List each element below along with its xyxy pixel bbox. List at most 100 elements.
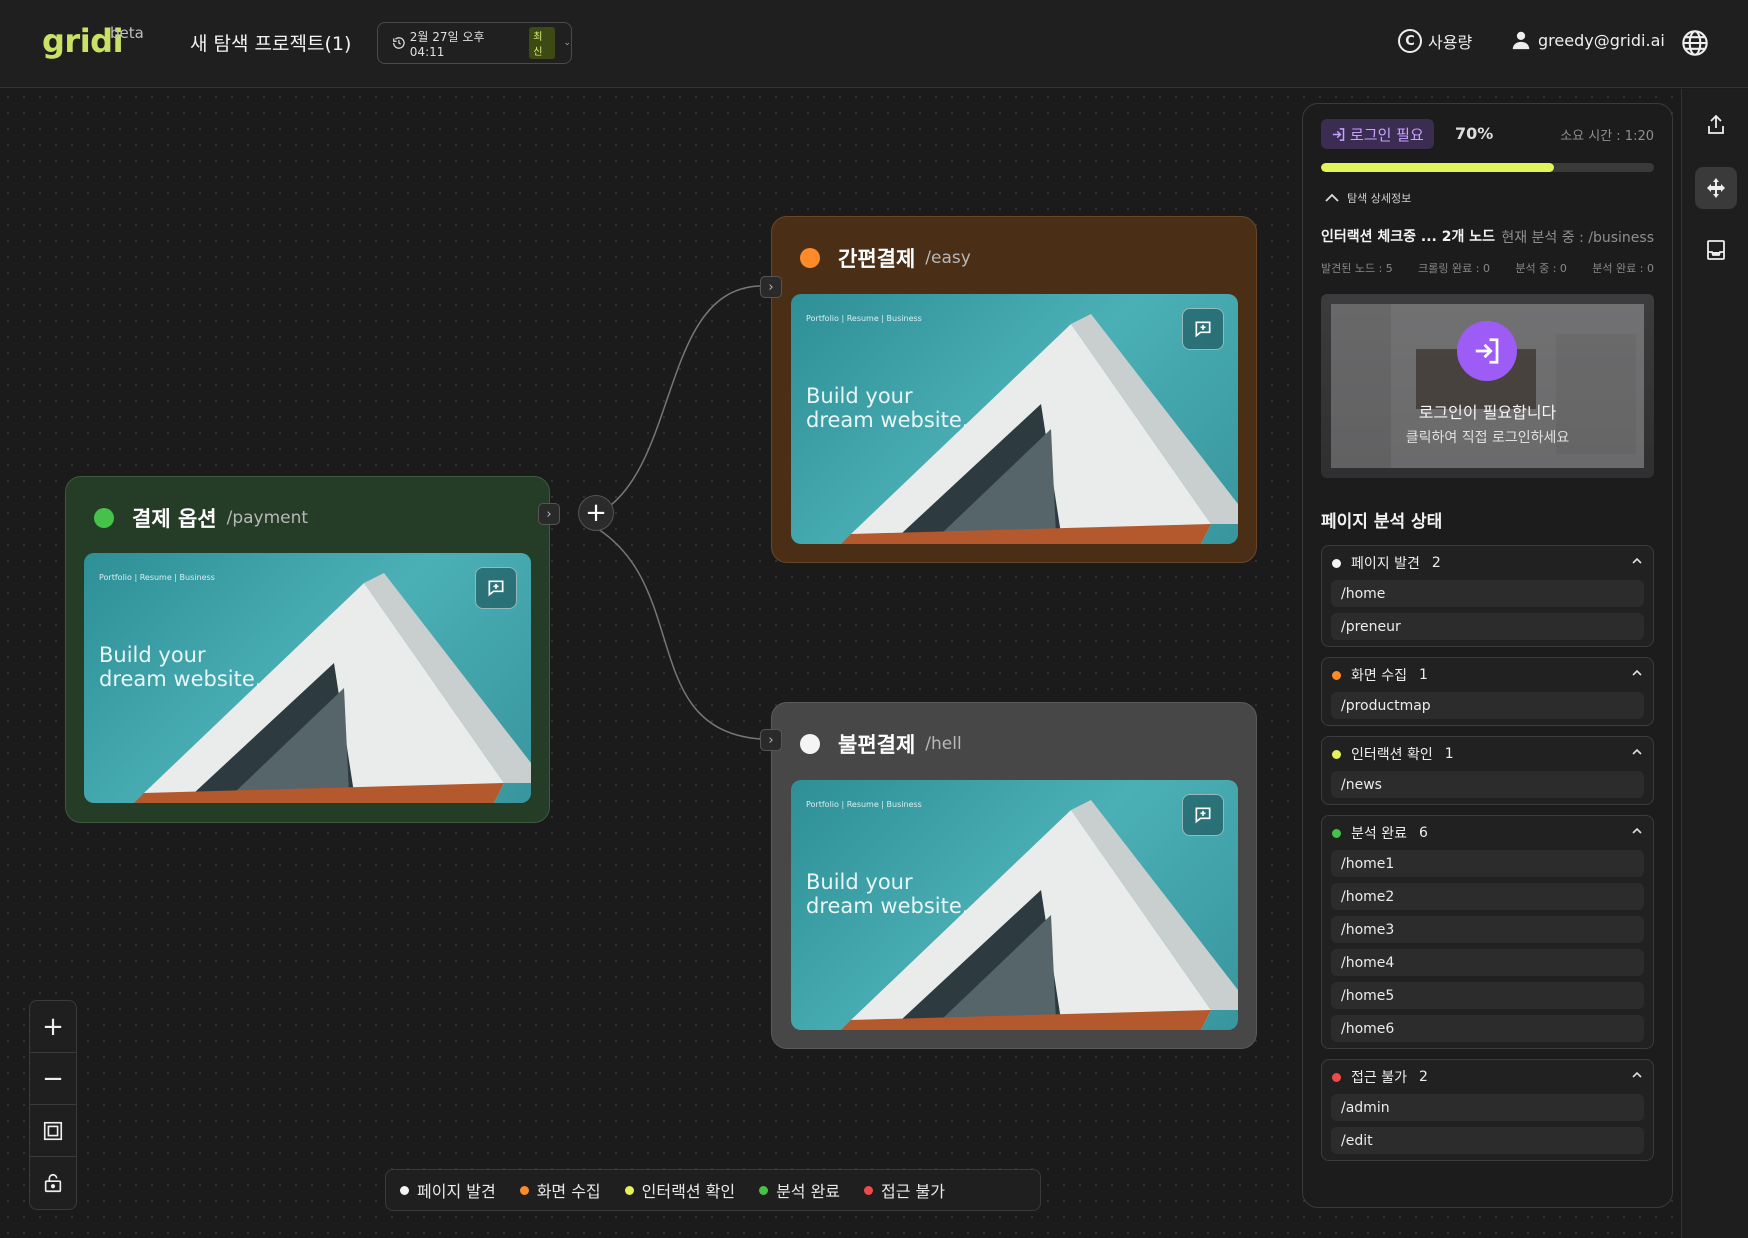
node-easy[interactable]: 간편결제 /easy Portfolio | Resume | Business… <box>771 216 1257 563</box>
thumbnail-headline: Build your dream website. <box>806 384 969 432</box>
legend-item: 분석 완료 <box>759 1178 840 1202</box>
node-thumbnail[interactable]: Portfolio | Resume | Business Build your… <box>791 294 1238 544</box>
add-node-button[interactable]: + <box>578 495 614 531</box>
page-path-item[interactable]: /edit <box>1331 1127 1644 1154</box>
project-title[interactable]: 새 탐색 프로젝트(1) <box>190 29 351 56</box>
zoom-controls: + − <box>29 1000 77 1210</box>
right-toolbar <box>1681 89 1748 1238</box>
comment-button[interactable] <box>475 567 517 609</box>
move-icon <box>1707 178 1725 198</box>
move-tool-button[interactable] <box>1695 167 1737 209</box>
legend-label: 분석 완료 <box>776 1182 841 1201</box>
legend-label: 접근 불가 <box>881 1182 945 1201</box>
node-name: 결제 옵션 <box>132 507 217 531</box>
zoom-out-button[interactable]: − <box>30 1053 76 1105</box>
chevron-up-icon <box>1325 193 1339 202</box>
status-group-header[interactable]: 인터랙션 확인 1 <box>1322 737 1653 771</box>
page-path-item[interactable]: /productmap <box>1331 692 1644 719</box>
version-datetime: 2월 27일 오후 04:11 <box>409 29 485 59</box>
edge-payment-easy <box>597 285 761 515</box>
legend-dot <box>759 1185 769 1195</box>
status-group-label: 화면 수집 <box>1351 668 1407 684</box>
login-button[interactable] <box>1457 321 1517 381</box>
legend-label: 인터랙션 확인 <box>641 1182 736 1201</box>
page-path-item[interactable]: /home4 <box>1331 949 1644 976</box>
legend-item: 화면 수집 <box>519 1178 601 1202</box>
status-group-header[interactable]: 페이지 발견 2 <box>1322 546 1653 580</box>
legend-label: 페이지 발견 <box>417 1182 496 1201</box>
thumbnail-nav-text: Portfolio | Resume | Business <box>99 573 215 582</box>
page-path-item[interactable]: /admin <box>1331 1094 1644 1121</box>
fit-view-button[interactable] <box>30 1105 76 1157</box>
login-required-title: 로그인이 필요합니다 <box>1418 403 1557 422</box>
stat-analyzed: 분석 완료 : 0 <box>1592 262 1654 275</box>
usage-button[interactable]: C 사용량 <box>1398 29 1472 53</box>
detail-toggle-label: 탐색 상세정보 <box>1347 192 1412 205</box>
login-preview[interactable]: 로그인이 필요합니다 클릭하여 직접 로그인하세요 <box>1321 294 1654 478</box>
thumbnail-headline: Build your dream website. <box>99 643 262 691</box>
page-path-item[interactable]: /home2 <box>1331 883 1644 910</box>
share-button[interactable] <box>1695 104 1737 146</box>
comment-button[interactable] <box>1182 794 1224 836</box>
language-button[interactable] <box>1681 29 1709 61</box>
status-group-header[interactable]: 분석 완료 6 <box>1322 816 1653 850</box>
detail-toggle[interactable]: 탐색 상세정보 <box>1325 190 1411 206</box>
status-dot <box>1332 558 1341 568</box>
chevron-up-icon <box>1632 827 1642 834</box>
legend-dot <box>864 1185 874 1195</box>
page-path-item[interactable]: /home <box>1331 580 1644 607</box>
node-thumbnail[interactable]: Portfolio | Resume | Business Build your… <box>84 553 531 803</box>
analysis-status-title: 페이지 분석 상태 <box>1321 512 1443 532</box>
history-icon <box>393 37 405 49</box>
node-hell[interactable]: 불편결제 /hell Portfolio | Resume | Business… <box>771 702 1257 1049</box>
node-input-handle[interactable]: › <box>760 276 782 298</box>
status-dot <box>1332 749 1341 759</box>
chevron-down-icon: ⌄ <box>563 38 571 48</box>
node-name: 불편결제 <box>838 733 916 757</box>
progress-bar <box>1321 163 1654 172</box>
node-path: /payment <box>226 508 309 528</box>
lock-icon <box>44 1173 62 1193</box>
chevron-up-icon <box>1632 557 1642 564</box>
legend-item: 접근 불가 <box>864 1178 945 1202</box>
page-path-item[interactable]: /home5 <box>1331 982 1644 1009</box>
stat-analyzing: 분석 중 : 0 <box>1515 262 1567 275</box>
credit-icon: C <box>1398 29 1422 53</box>
page-path-item[interactable]: /news <box>1331 771 1644 798</box>
user-menu[interactable]: greedy@gridi.ai <box>1510 29 1665 51</box>
login-tag-label: 로그인 필요 <box>1350 125 1424 144</box>
node-payment[interactable]: 결제 옵션 /payment Portfolio | Resume | Busi… <box>65 476 550 823</box>
status-group-header[interactable]: 접근 불가 2 <box>1322 1060 1653 1094</box>
login-required-subtitle: 클릭하여 직접 로그인하세요 <box>1405 430 1570 446</box>
comment-add-icon <box>1195 321 1211 338</box>
page-path-item[interactable]: /home3 <box>1331 916 1644 943</box>
latest-badge: 최신 <box>529 27 556 59</box>
lock-button[interactable] <box>30 1157 76 1209</box>
page-path-item[interactable]: /home1 <box>1331 850 1644 877</box>
login-required-tag[interactable]: 로그인 필요 <box>1321 119 1434 149</box>
status-group-count: 2 <box>1431 555 1441 571</box>
status-group: 인터랙션 확인 1/news <box>1321 736 1654 805</box>
edge-payment-hell <box>597 528 761 740</box>
legend-item: 인터랙션 확인 <box>624 1178 736 1202</box>
status-main-text: 인터랙션 체크중 ... 2개 노드 <box>1321 229 1495 245</box>
stat-discovered: 발견된 노드 : 5 <box>1321 262 1393 275</box>
thumbnail-headline: Build your dream website. <box>806 870 969 918</box>
elapsed-time: 소요 시간 : 1:20 <box>1560 129 1654 144</box>
status-group: 화면 수집 1/productmap <box>1321 657 1654 726</box>
stat-crawled: 크롤링 완료 : 0 <box>1418 262 1490 275</box>
stats-row: 발견된 노드 : 5 크롤링 완료 : 0 분석 중 : 0 분석 완료 : 0 <box>1321 260 1654 276</box>
status-group-header[interactable]: 화면 수집 1 <box>1322 658 1653 692</box>
status-group-count: 6 <box>1418 825 1428 841</box>
node-output-handle[interactable]: › <box>538 503 560 525</box>
zoom-in-button[interactable]: + <box>30 1001 76 1053</box>
node-input-handle[interactable]: › <box>760 729 782 751</box>
top-header: gridi beta 새 탐색 프로젝트(1) 2월 27일 오후 04:11 … <box>0 0 1748 88</box>
node-thumbnail[interactable]: Portfolio | Resume | Business Build your… <box>791 780 1238 1030</box>
page-path-item[interactable]: /preneur <box>1331 613 1644 640</box>
inbox-button[interactable] <box>1695 229 1737 271</box>
comment-button[interactable] <box>1182 308 1224 350</box>
version-selector[interactable]: 2월 27일 오후 04:11 최신 ⌄ <box>377 22 572 64</box>
node-status-dot <box>94 508 114 528</box>
page-path-item[interactable]: /home6 <box>1331 1015 1644 1042</box>
